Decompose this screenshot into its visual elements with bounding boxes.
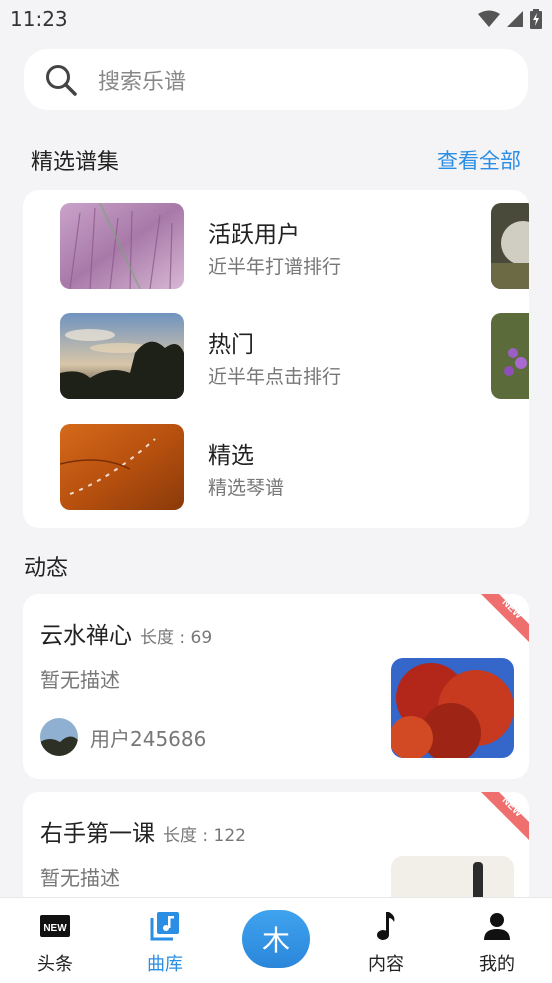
nav-item-content[interactable]: 内容 [346,898,426,983]
featured-item-subtitle: 近半年点击排行 [208,366,342,388]
featured-card: 活跃用户 近半年打谱排行 热门 近半年点击排行 精选 精选琴谱 [23,190,529,528]
center-action-icon: 木 [261,924,290,957]
person-icon [484,913,510,940]
featured-item-title: 热门 [208,332,254,358]
activity-title: 云水禅心 [40,623,132,649]
wifi-icon [478,10,500,27]
featured-item-title: 精选 [208,443,254,469]
new-badge: NEW [481,594,529,642]
featured-thumb-sky-trees [60,313,184,399]
nav-label: 内容 [368,954,404,975]
featured-thumb-leaf [60,424,184,510]
status-bar: 11:23 [0,0,552,38]
signal-icon [507,11,523,27]
new-badge: NEW [481,792,529,840]
search-placeholder[interactable]: 搜索乐谱 [98,64,186,96]
featured-item-selected[interactable]: 精选 精选琴谱 [60,424,460,512]
svg-text:NEW: NEW [43,923,67,934]
featured-thumb-grass [60,203,184,289]
featured-section-title: 精选谱集 [31,150,120,175]
battery-charging-icon [530,9,542,29]
activity-description: 暂无描述 [40,668,120,692]
featured-item-subtitle: 精选琴谱 [208,477,285,499]
nav-label: 曲库 [147,954,183,975]
bottom-nav: NEW 头条 曲库 木 内容 我的 [0,897,552,983]
search-bar[interactable]: 搜索乐谱 [24,49,528,110]
nav-label: 头条 [37,954,73,975]
center-action-button[interactable]: 木 [242,910,310,968]
music-library-icon [150,912,179,941]
activity-description: 暂无描述 [40,866,120,890]
featured-item-active-users[interactable]: 活跃用户 近半年打谱排行 [60,203,460,291]
avatar[interactable] [40,718,78,756]
activity-card[interactable]: 云水禅心 长度 : 69 暂无描述 用户245686 NEW [23,594,529,779]
user-name: 用户245686 [90,726,207,751]
activity-title: 右手第一课 [40,821,155,847]
activity-length: 长度 : 122 [163,826,246,846]
featured-item-hot[interactable]: 热门 近半年点击排行 [60,313,460,401]
peek-thumb-dandelion[interactable] [491,203,529,289]
music-note-icon [377,912,395,940]
featured-item-subtitle: 近半年打谱排行 [208,256,342,278]
nav-item-headlines[interactable]: NEW 头条 [15,898,95,983]
nav-item-me[interactable]: 我的 [457,898,537,983]
featured-item-title: 活跃用户 [208,222,300,248]
nav-label: 我的 [479,954,515,975]
status-time: 11:23 [10,7,68,31]
activity-title-row: 右手第一课 长度 : 122 [40,814,246,848]
new-icon: NEW [40,915,70,937]
nav-item-library[interactable]: 曲库 [125,898,205,983]
activity-user[interactable]: 用户245686 [40,718,206,756]
activity-length: 长度 : 69 [140,628,213,648]
activity-section-title: 动态 [24,556,69,581]
peek-thumb-purple-flowers[interactable] [491,313,529,399]
search-icon [46,64,77,96]
activity-title-row: 云水禅心 长度 : 69 [40,616,212,650]
status-icons [478,9,542,29]
activity-thumb-red-tree[interactable] [391,658,514,758]
view-all-link[interactable]: 查看全部 [437,145,521,175]
